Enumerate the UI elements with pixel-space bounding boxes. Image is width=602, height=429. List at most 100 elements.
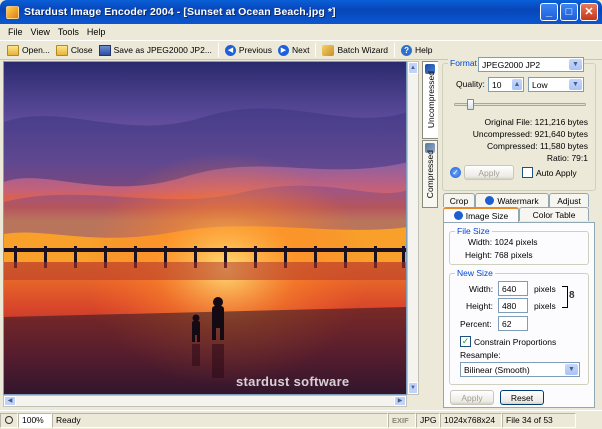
folder-close-icon xyxy=(55,44,68,56)
new-width-input[interactable]: 640 xyxy=(498,281,528,296)
constrain-proportions-checkbox[interactable]: ✓ Constrain Proportions xyxy=(460,336,556,347)
auto-apply-box[interactable] xyxy=(522,167,533,178)
file-position: File 34 of 53 xyxy=(502,412,576,428)
file-size-legend: File Size xyxy=(455,226,492,236)
tab-uncompressed-label: Uncompressed xyxy=(425,71,436,129)
reset-label: Reset xyxy=(510,392,534,403)
help-button[interactable]: ? Help xyxy=(398,41,435,59)
zoom-level[interactable]: 100% xyxy=(18,412,52,428)
zoom-icon[interactable] xyxy=(0,412,18,428)
save-as-label: Save as JPEG2000 JP2... xyxy=(113,45,212,55)
tab-compressed[interactable]: Compressed xyxy=(422,140,438,208)
tab-crop-label: Crop xyxy=(449,195,469,206)
save-as-button[interactable]: Save as JPEG2000 JP2... xyxy=(96,41,215,59)
previous-arrow-icon: ◀ xyxy=(224,44,236,56)
quality-row: Quality: xyxy=(456,79,485,89)
help-label: Help xyxy=(415,45,433,55)
auto-apply-checkbox[interactable]: Auto Apply xyxy=(522,167,577,178)
previous-label: Previous xyxy=(238,45,272,55)
minimize-button[interactable]: _ xyxy=(540,3,558,21)
exif-badge[interactable]: EXIF xyxy=(388,412,416,428)
image-dimensions: 1024x768x24 xyxy=(440,412,502,428)
tab-compressed-label: Compressed xyxy=(425,149,435,199)
previous-button[interactable]: ◀ Previous xyxy=(222,41,275,59)
original-file-size: Original File: 121,216 bytes xyxy=(484,117,588,127)
scroll-right-arrow[interactable]: ▶ xyxy=(394,396,406,406)
folder-open-icon xyxy=(7,44,19,56)
constrain-label: Constrain Proportions xyxy=(474,336,557,347)
tab-crop[interactable]: Crop xyxy=(443,193,475,207)
help-icon: ? xyxy=(401,44,413,56)
resample-value: Bilinear (Smooth) xyxy=(464,364,530,375)
toolbar-separator xyxy=(315,43,317,57)
quality-slider[interactable] xyxy=(454,99,586,110)
image-view[interactable]: stardust software xyxy=(3,61,407,395)
menu-tools[interactable]: Tools xyxy=(54,27,83,37)
apply-resize-button[interactable]: Apply xyxy=(450,390,494,405)
tab-color-table[interactable]: Color Table xyxy=(519,207,589,221)
batch-wizard-button[interactable]: Batch Wizard xyxy=(319,41,391,59)
resample-label: Resample: xyxy=(460,350,501,360)
new-height-value: 480 xyxy=(502,300,517,311)
quality-value-spinner[interactable]: 10 ▲ xyxy=(488,77,524,92)
close-button[interactable]: ✕ xyxy=(580,3,598,21)
window-title: Stardust Image Encoder 2004 - [Sunset at… xyxy=(24,6,336,18)
image-size-tab-icon xyxy=(453,211,463,220)
apply-compression-label: Apply xyxy=(478,167,500,178)
maximize-button[interactable]: □ xyxy=(560,3,578,21)
new-size-legend: New Size xyxy=(455,268,495,278)
scroll-up-arrow[interactable]: ▲ xyxy=(408,62,418,74)
open-button[interactable]: Open... xyxy=(4,41,53,59)
scroll-down-arrow[interactable]: ▼ xyxy=(408,382,418,394)
chevron-down-icon: ▼ xyxy=(569,59,582,70)
tab-adjust[interactable]: Adjust xyxy=(549,193,589,207)
status-text: Ready xyxy=(52,412,388,428)
constrain-checked-icon[interactable]: ✓ xyxy=(460,336,471,347)
batch-label: Batch Wizard xyxy=(337,45,389,55)
menu-view[interactable]: View xyxy=(27,27,54,37)
tab-row-top: Crop Watermark Adjust xyxy=(443,193,589,207)
format-label: Format xyxy=(448,58,479,68)
reset-button[interactable]: Reset xyxy=(500,390,544,405)
encoder-panel: Format JPEG2000 JP2 ▼ Quality: 10 ▲ Low … xyxy=(440,55,598,410)
tab-color-table-label: Color Table xyxy=(532,209,576,220)
tab-watermark[interactable]: Watermark xyxy=(475,193,549,207)
auto-apply-label: Auto Apply xyxy=(536,167,577,178)
tab-image-size[interactable]: Image Size xyxy=(443,207,519,222)
height-unit: pixels xyxy=(534,301,556,311)
link-bracket xyxy=(562,286,568,308)
menu-help[interactable]: Help xyxy=(83,27,110,37)
chevron-down-icon: ▼ xyxy=(569,79,582,90)
apply-resize-label: Apply xyxy=(461,392,483,403)
tab-image-size-label: Image Size xyxy=(465,210,509,221)
width-unit: pixels xyxy=(534,284,556,294)
resample-select[interactable]: Bilinear (Smooth) ▼ xyxy=(460,362,580,377)
apply-compression-button[interactable]: Apply xyxy=(464,165,514,180)
vertical-scrollbar[interactable]: ▲ ▼ xyxy=(407,61,419,395)
quality-label: Quality: xyxy=(456,79,485,89)
compression-ratio: Ratio: 79:1 xyxy=(546,153,588,163)
slider-thumb[interactable] xyxy=(467,99,474,110)
percent-input[interactable]: 62 xyxy=(498,316,528,331)
uncompressed-size: Uncompressed: 921,640 bytes xyxy=(472,129,588,139)
new-height-input[interactable]: 480 xyxy=(498,298,528,313)
image-format: JPG xyxy=(416,412,440,428)
percent-label: Percent: xyxy=(460,319,492,329)
file-size-group: File Size Width: 1024 pixels Height: 768… xyxy=(449,226,589,265)
watermark-tab-icon xyxy=(485,196,495,205)
chain-link-icon[interactable]: 8 xyxy=(569,290,575,301)
title-bar: Stardust Image Encoder 2004 - [Sunset at… xyxy=(0,0,602,24)
horizontal-scrollbar[interactable]: ◀ ▶ xyxy=(3,395,407,407)
new-width-label: Width: xyxy=(469,284,494,294)
menu-file[interactable]: File xyxy=(4,27,27,37)
toolbar-separator xyxy=(394,43,396,57)
sunset-photo xyxy=(4,62,406,394)
next-arrow-icon: ▶ xyxy=(277,44,289,56)
tab-uncompressed[interactable]: Uncompressed xyxy=(422,61,438,139)
close-file-button[interactable]: Close xyxy=(53,41,96,59)
quality-level-select[interactable]: Low ▼ xyxy=(528,77,584,92)
next-button[interactable]: ▶ Next xyxy=(275,41,312,59)
scroll-left-arrow[interactable]: ◀ xyxy=(4,396,16,406)
percent-value: 62 xyxy=(502,318,512,329)
format-select[interactable]: JPEG2000 JP2 ▼ xyxy=(478,57,584,72)
